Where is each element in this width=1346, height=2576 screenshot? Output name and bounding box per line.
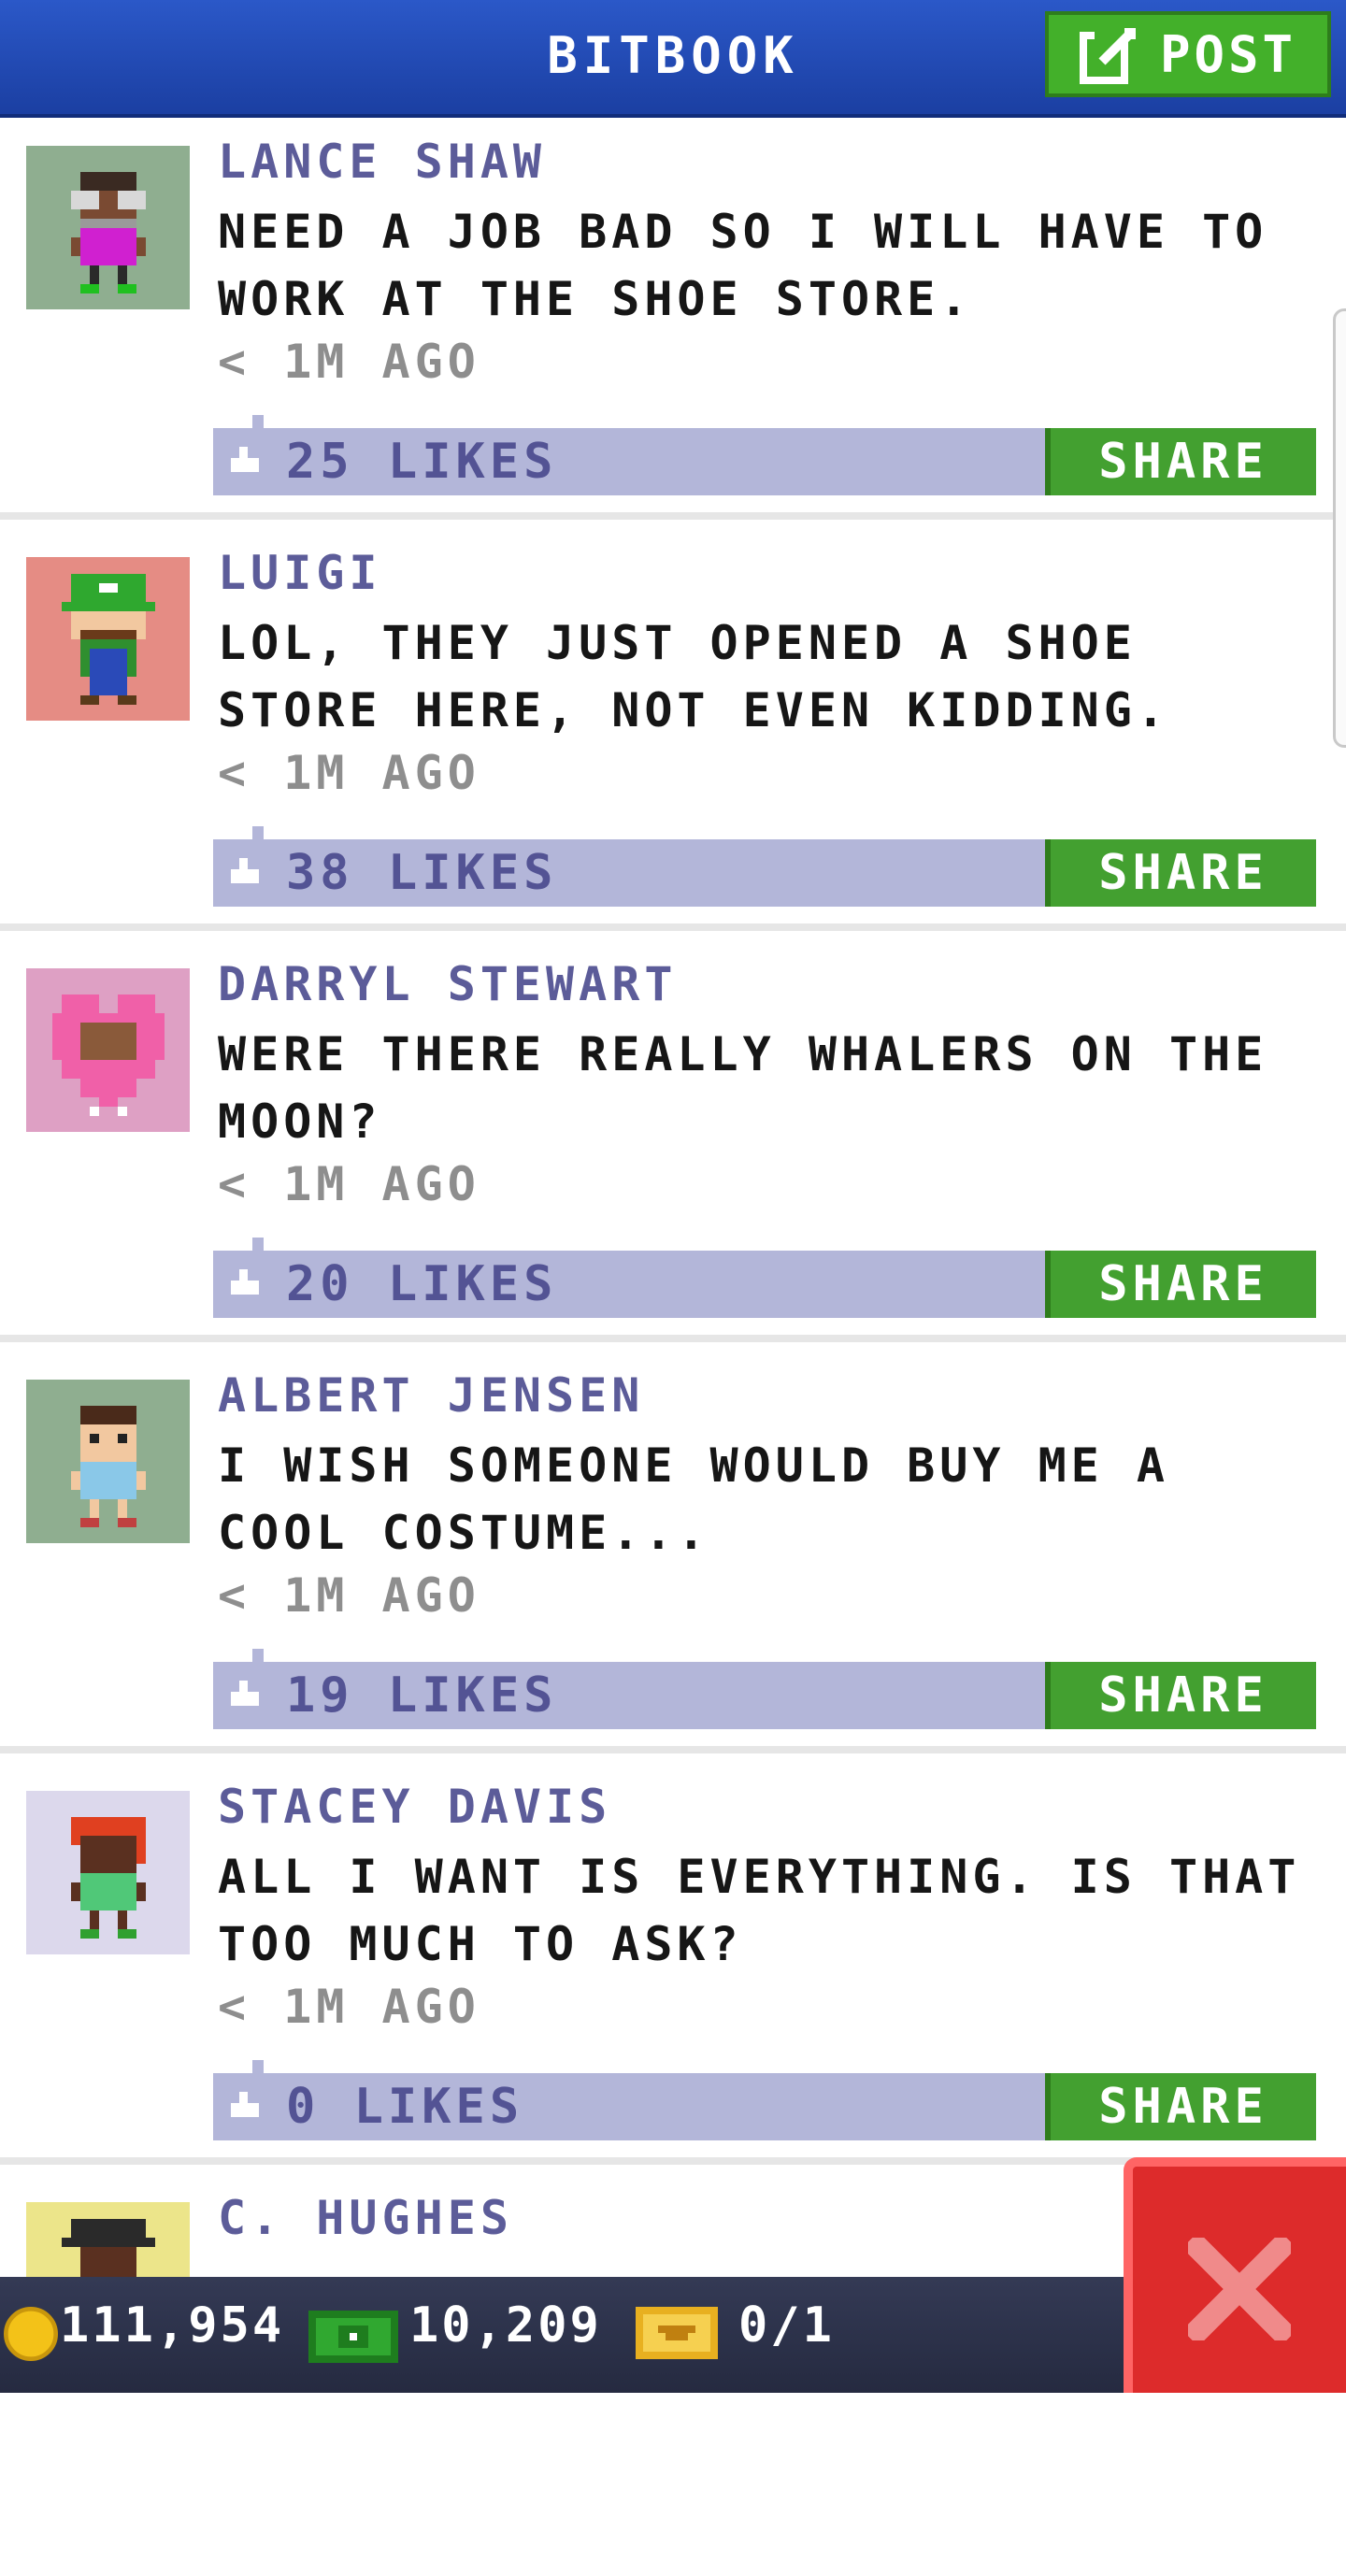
feed-post: ALBERT JENSEN I WISH SOMEONE WOULD BUY M… xyxy=(0,1352,1346,1753)
share-button[interactable]: SHARE xyxy=(1045,2073,1316,2140)
like-count: 19 LIKES xyxy=(286,1667,558,1724)
post-author[interactable]: STACEY DAVIS xyxy=(218,1780,611,1834)
avatar-heart-costume-icon xyxy=(51,994,165,1116)
share-button[interactable]: SHARE xyxy=(1045,839,1316,907)
bux-cash-icon xyxy=(308,2311,398,2363)
like-count: 38 LIKES xyxy=(286,845,558,901)
post-message: LOL, THEY JUST OPENED A SHOE STORE HERE,… xyxy=(218,616,1169,737)
like-count: 20 LIKES xyxy=(286,1256,558,1312)
like-bar: 19 LIKES SHARE xyxy=(213,1649,1316,1729)
avatar-luigi-icon xyxy=(61,573,155,705)
avatar[interactable] xyxy=(26,557,190,721)
scrollbar[interactable] xyxy=(1333,308,1346,748)
feed-post: STACEY DAVIS ALL I WANT IS EVERYTHING. I… xyxy=(0,1763,1346,2165)
thumbs-up-icon[interactable] xyxy=(228,1269,262,1297)
avatar[interactable] xyxy=(26,968,190,1132)
avatar-lance-shaw-icon xyxy=(70,171,146,293)
like-bar: 0 LIKES SHARE xyxy=(213,2060,1316,2140)
bux-count: 10,209 xyxy=(409,2297,602,2354)
compose-icon xyxy=(1079,28,1136,84)
post-author[interactable]: LUIGI xyxy=(218,546,382,600)
post-button[interactable]: POST xyxy=(1045,11,1331,97)
post-time: < 1M AGO xyxy=(218,1157,480,1211)
thumbs-up-icon[interactable] xyxy=(228,1681,262,1709)
like-bar: 20 LIKES SHARE xyxy=(213,1238,1316,1318)
avatar[interactable] xyxy=(26,1791,190,1954)
feed-post: DARRYL STEWART WERE THERE REALLY WHALERS… xyxy=(0,940,1346,1342)
share-button[interactable]: SHARE xyxy=(1045,428,1316,495)
like-count: 25 LIKES xyxy=(286,434,558,490)
avatar[interactable] xyxy=(26,146,190,309)
post-message: ALL I WANT IS EVERYTHING. IS THAT TOO MU… xyxy=(218,1850,1301,1971)
thumbs-up-icon[interactable] xyxy=(228,2092,262,2120)
post-time: < 1M AGO xyxy=(218,746,480,800)
feed-post: LUIGI LOL, THEY JUST OPENED A SHOE STORE… xyxy=(0,529,1346,931)
post-author[interactable]: ALBERT JENSEN xyxy=(218,1368,644,1423)
coin-icon xyxy=(4,2307,58,2361)
like-count: 0 LIKES xyxy=(286,2079,524,2135)
post-time: < 1M AGO xyxy=(218,1568,480,1623)
avatar-stacey-davis-icon xyxy=(70,1816,146,1939)
app-header: BITBOOK POST xyxy=(0,0,1346,118)
thumbs-up-icon[interactable] xyxy=(228,858,262,886)
tickets-count: 0/1 xyxy=(738,2297,835,2354)
ticket-icon xyxy=(636,2307,718,2359)
post-time: < 1M AGO xyxy=(218,1980,480,2034)
like-bar: 25 LIKES SHARE xyxy=(213,415,1316,495)
post-message: I WISH SOMEONE WOULD BUY ME A COOL COSTU… xyxy=(218,1438,1169,1560)
post-time: < 1M AGO xyxy=(218,335,480,389)
close-button[interactable] xyxy=(1124,2157,1346,2393)
feed-post: LANCE SHAW NEED A JOB BAD SO I WILL HAVE… xyxy=(0,118,1346,520)
avatar[interactable] xyxy=(26,1380,190,1543)
post-message: NEED A JOB BAD SO I WILL HAVE TO WORK AT… xyxy=(218,205,1268,326)
post-button-label: POST xyxy=(1159,24,1297,84)
post-author[interactable]: C. HUGHES xyxy=(218,2191,513,2245)
like-bar: 38 LIKES SHARE xyxy=(213,826,1316,907)
close-icon xyxy=(1188,2238,1291,2340)
coins-count: 111,954 xyxy=(60,2297,285,2354)
thumbs-up-icon[interactable] xyxy=(228,447,262,475)
post-message: WERE THERE REALLY WHALERS ON THE MOON? xyxy=(218,1027,1268,1149)
share-button[interactable]: SHARE xyxy=(1045,1251,1316,1318)
post-author[interactable]: DARRYL STEWART xyxy=(218,957,677,1011)
avatar-albert-jensen-icon xyxy=(70,1405,146,1527)
share-button[interactable]: SHARE xyxy=(1045,1662,1316,1729)
post-author[interactable]: LANCE SHAW xyxy=(218,135,546,189)
